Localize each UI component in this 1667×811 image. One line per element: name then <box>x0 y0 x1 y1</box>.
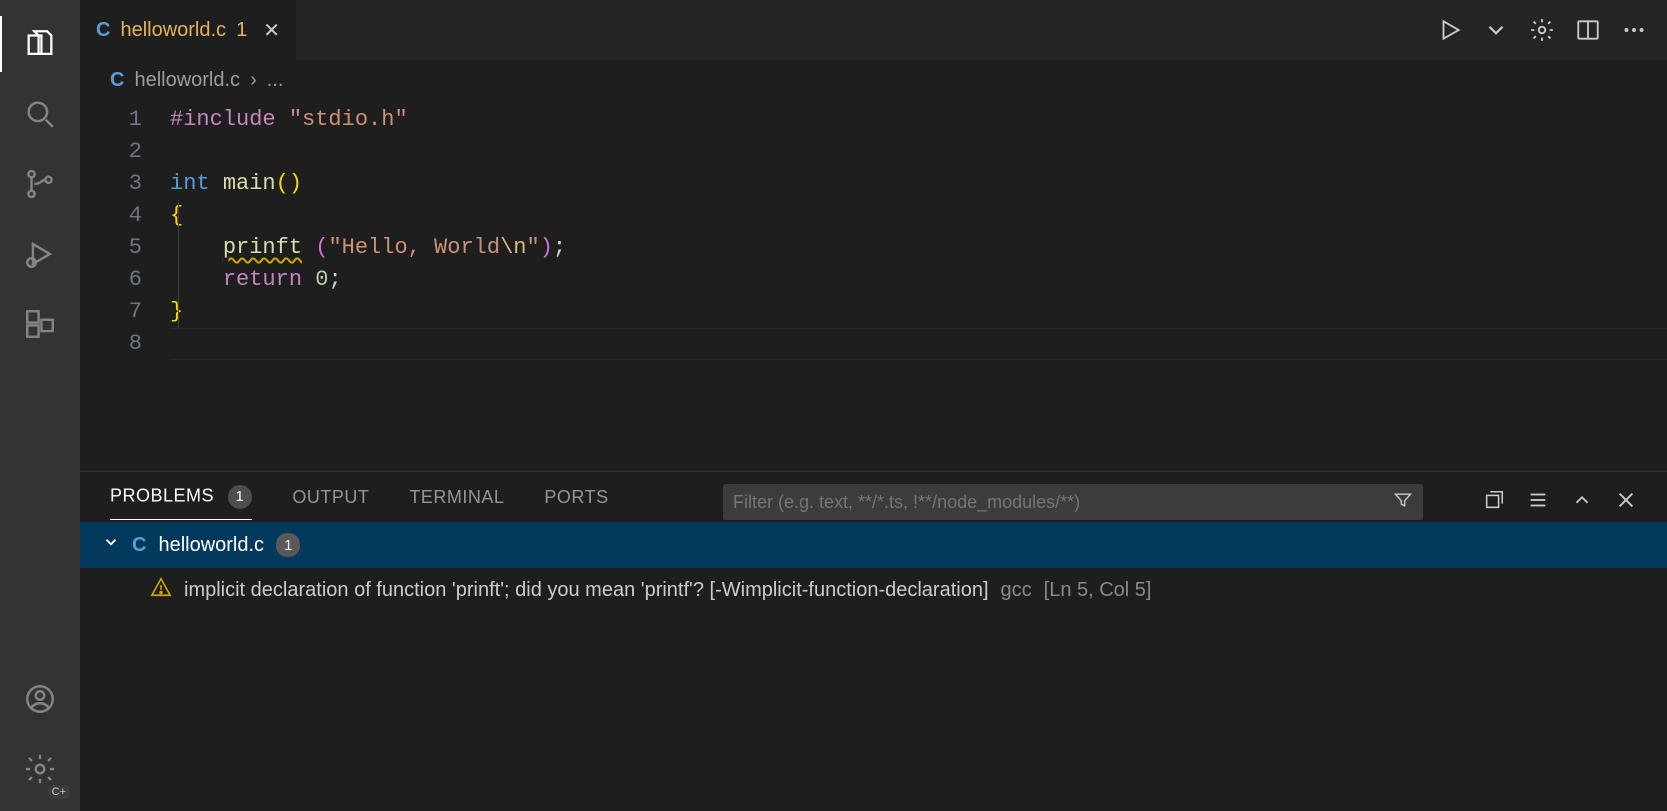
settings-gear-icon[interactable]: C+ <box>12 741 68 797</box>
tab-filename: helloworld.c <box>120 19 226 42</box>
chevron-right-icon: › <box>250 69 257 92</box>
tab-bar: C helloworld.c 1 ✕ <box>80 0 1667 60</box>
problems-list: C helloworld.c 1 implicit declaration of… <box>80 522 1667 811</box>
cplus-badge: C+ <box>48 785 70 799</box>
editor-actions <box>1437 0 1667 60</box>
extensions-icon[interactable] <box>12 296 68 352</box>
problems-file-row[interactable]: C helloworld.c 1 <box>80 522 1667 568</box>
tab-ports[interactable]: PORTS <box>544 487 608 518</box>
breadcrumb[interactable]: C helloworld.c › ... <box>80 60 1667 100</box>
problems-file-name: helloworld.c <box>158 534 264 557</box>
activity-bar: C+ <box>0 0 80 811</box>
chevron-up-icon[interactable] <box>1571 489 1593 516</box>
problem-item[interactable]: implicit declaration of function 'prinft… <box>80 568 1667 612</box>
gear-icon[interactable] <box>1529 17 1555 43</box>
funnel-icon[interactable] <box>1393 490 1413 515</box>
editor-tab[interactable]: C helloworld.c 1 ✕ <box>80 0 297 60</box>
problems-filter[interactable] <box>723 484 1423 520</box>
line-number: 2 <box>80 136 142 168</box>
main-column: C helloworld.c 1 ✕ C helloworld.c <box>80 0 1667 811</box>
split-editor-icon[interactable] <box>1575 17 1601 43</box>
line-number: 6 <box>80 264 142 296</box>
panel-actions <box>1483 489 1637 516</box>
run-icon[interactable] <box>1437 17 1463 43</box>
code-editor[interactable]: 1 2 3 4 5 6 7 8 #include "stdio.h" int m… <box>80 100 1667 471</box>
bottom-panel: PROBLEMS 1 OUTPUT TERMINAL PORTS <box>80 471 1667 811</box>
warning-icon <box>150 576 172 604</box>
line-number: 4 <box>80 200 142 232</box>
panel-tab-bar: PROBLEMS 1 OUTPUT TERMINAL PORTS <box>80 472 1667 522</box>
line-number: 5 <box>80 232 142 264</box>
line-number: 1 <box>80 104 142 136</box>
view-as-list-icon[interactable] <box>1527 489 1549 516</box>
line-number: 3 <box>80 168 142 200</box>
c-file-icon: C <box>132 534 146 557</box>
close-icon[interactable]: ✕ <box>263 18 280 43</box>
filter-input[interactable] <box>733 492 1385 513</box>
search-icon[interactable] <box>12 86 68 142</box>
chevron-down-icon[interactable] <box>102 533 120 557</box>
line-number-gutter: 1 2 3 4 5 6 7 8 <box>80 104 170 471</box>
breadcrumb-symbol: ... <box>267 69 284 92</box>
tab-modified-indicator: 1 <box>236 19 247 42</box>
problem-location: [Ln 5, Col 5] <box>1044 579 1152 602</box>
code-area[interactable]: #include "stdio.h" int main() { prinft (… <box>170 104 1667 471</box>
run-debug-icon[interactable] <box>12 226 68 282</box>
tab-output[interactable]: OUTPUT <box>292 487 369 518</box>
problem-source: gcc <box>1001 579 1032 602</box>
explorer-icon[interactable] <box>12 16 68 72</box>
run-dropdown-icon[interactable] <box>1483 17 1509 43</box>
c-file-icon: C <box>96 19 110 42</box>
c-file-icon: C <box>110 69 124 92</box>
line-number: 7 <box>80 296 142 328</box>
problems-file-count: 1 <box>276 533 300 557</box>
more-icon[interactable] <box>1621 17 1647 43</box>
tab-problems[interactable]: PROBLEMS 1 <box>110 485 252 520</box>
collapse-all-icon[interactable] <box>1483 489 1505 516</box>
source-control-icon[interactable] <box>12 156 68 212</box>
problem-message: implicit declaration of function 'prinft… <box>184 579 989 602</box>
close-panel-icon[interactable] <box>1615 489 1637 516</box>
line-number: 8 <box>80 328 142 360</box>
tab-terminal[interactable]: TERMINAL <box>409 487 504 518</box>
breadcrumb-filename: helloworld.c <box>134 69 240 92</box>
problems-count-badge: 1 <box>228 485 253 509</box>
accounts-icon[interactable] <box>12 671 68 727</box>
